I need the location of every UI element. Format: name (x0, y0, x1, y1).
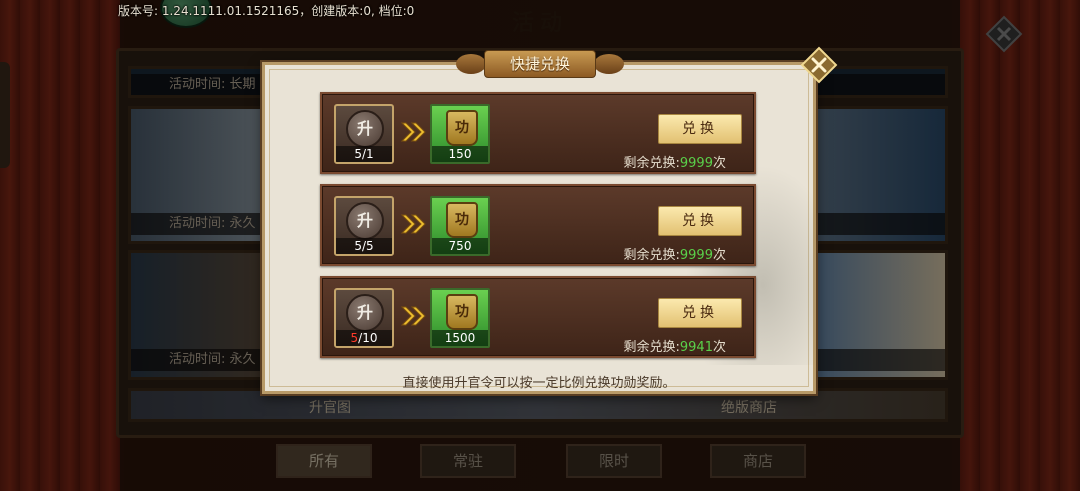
title-ornament-right (594, 54, 624, 74)
version-info: 版本号: 1.24.1111.01.1521165，创建版本:0, 档位:0 (118, 4, 415, 18)
remaining-exchanges: 剩余兑换:9999次 (623, 248, 727, 263)
dialog-title: 快捷兑换 (509, 55, 570, 73)
remaining-exchanges: 剩余兑换:9941次 (623, 340, 727, 355)
merit-bag-icon: 功 (446, 110, 478, 146)
merit-bag-icon: 功 (446, 202, 478, 238)
reward-count: 1500 (432, 330, 488, 346)
close-icon[interactable] (798, 44, 840, 86)
double-chevron-right-icon (400, 122, 426, 142)
double-chevron-right-icon (400, 214, 426, 234)
remaining-exchanges: 剩余兑换:9999次 (623, 156, 727, 171)
reward-count: 750 (432, 238, 488, 254)
merit-reward-slot[interactable]: 功 1500 (430, 288, 490, 348)
promotion-token-slot[interactable]: 升 5/1 (334, 104, 394, 164)
exchange-row: 升 5/5 功 750 兑换 剩余兑换:9999次 (320, 184, 756, 266)
dialog-title-plate: 快捷兑换 (456, 44, 624, 84)
exchange-button[interactable]: 兑换 (658, 114, 742, 144)
merit-bag-icon: 功 (446, 294, 478, 330)
promotion-token-slot[interactable]: 升 5/5 (334, 196, 394, 256)
reward-count: 150 (432, 146, 488, 162)
merit-reward-slot[interactable]: 功 750 (430, 196, 490, 256)
promotion-token-icon: 升 (346, 110, 384, 148)
exchange-row: 升 5/1 功 150 兑换 剩余兑换:9999次 (320, 92, 756, 174)
token-count: 5/10 (336, 330, 392, 346)
promotion-token-icon: 升 (346, 202, 384, 240)
promotion-token-slot[interactable]: 升 5/10 (334, 288, 394, 348)
exchange-button[interactable]: 兑换 (658, 298, 742, 328)
exchange-row: 升 5/10 功 1500 兑换 剩余兑换:9941次 (320, 276, 756, 358)
promotion-token-icon: 升 (346, 294, 384, 332)
exchange-button[interactable]: 兑换 (658, 206, 742, 236)
title-ornament-left (456, 54, 486, 74)
token-count: 5/1 (336, 146, 392, 162)
merit-reward-slot[interactable]: 功 150 (430, 104, 490, 164)
dialog-footer-note: 直接使用升官令可以按一定比例兑换功勋奖励。 (402, 376, 676, 391)
double-chevron-right-icon (400, 306, 426, 326)
token-count: 5/5 (336, 238, 392, 254)
